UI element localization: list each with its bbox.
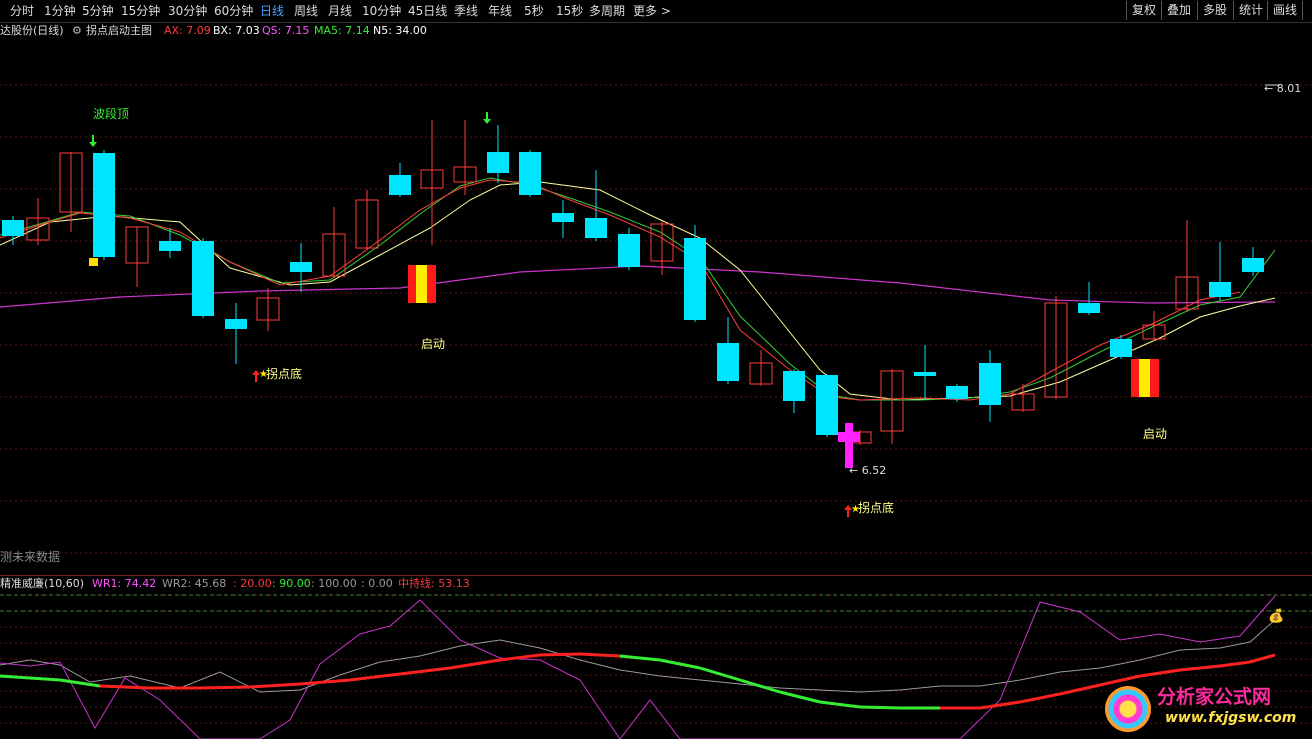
launch-signal-icon (1139, 359, 1150, 397)
candle-down (717, 343, 739, 381)
candle-down (585, 218, 607, 238)
future-data-label: 测未来数据 (0, 550, 61, 564)
watermark-url: www.fxjgsw.com (1165, 710, 1297, 726)
candle-down (2, 220, 24, 236)
ma-green-line (0, 177, 1276, 401)
magenta-bar-marker (845, 423, 853, 468)
sell-arrow-icon (89, 142, 97, 147)
mid-hold-line (199, 685, 251, 690)
mid-hold-line (859, 705, 901, 710)
turn-bottom-label-1: 拐点底 (266, 367, 303, 381)
wr2-line (0, 619, 1276, 693)
candle-down (192, 241, 214, 316)
mid-hold-line (0, 674, 61, 682)
mid-hold-line (699, 666, 741, 682)
launch-signal-icon (416, 265, 427, 303)
wr1-line (0, 595, 1276, 739)
candle-down (1242, 258, 1264, 272)
mid-hold-line (539, 652, 581, 657)
candle-down (1110, 339, 1132, 357)
money-bag-icon: 💰 (1268, 608, 1284, 624)
magenta-bar-marker (838, 432, 860, 442)
candle-down (783, 371, 805, 401)
low-price-value: 6.52 (861, 464, 887, 477)
line90-value: : 90.00 (272, 577, 311, 590)
candle-down (487, 152, 509, 173)
candle-down (225, 319, 247, 329)
candle-down (290, 262, 312, 272)
price-chart[interactable]: ★★ 💰 (0, 0, 1312, 739)
mid-hold-line (399, 666, 451, 676)
ma-red-line (0, 179, 1241, 401)
candle-down (979, 363, 1001, 405)
ma-purple-line (0, 265, 1276, 308)
launch-label-2: 启动 (1143, 427, 1168, 441)
line20-value: : 20.00 (233, 577, 272, 590)
candle-down (946, 386, 968, 399)
candle-down (618, 234, 640, 267)
mid-hold-line (1059, 683, 1101, 696)
indicator2-name[interactable]: 精准威廉(10,60) (0, 576, 84, 592)
candle-down (1209, 282, 1231, 297)
candle-down (552, 213, 574, 222)
flower-logo-icon (1105, 686, 1151, 732)
yellow-marker (89, 258, 98, 266)
turn-bottom-label-2: 拐点底 (858, 501, 895, 515)
watermark-title: 分析家公式网 (1157, 686, 1272, 708)
mid-hold-line (579, 652, 621, 658)
high-price-label: ← 8.01 (1264, 82, 1302, 95)
mid-hold-line (779, 690, 821, 704)
wr2-value: WR2: 45.68 (162, 577, 227, 590)
candle-down (93, 153, 115, 257)
mid-hold-line (1219, 660, 1251, 668)
mid-hold-line (299, 678, 351, 686)
mid-hold-line (1179, 664, 1221, 672)
mid-hold-line (1019, 692, 1061, 704)
mid-hold-line (739, 678, 781, 694)
low-price-label: ← 6.52 (849, 464, 887, 477)
candle-down (519, 152, 541, 195)
ma-yellow-line (0, 181, 1276, 401)
candle-down (1078, 303, 1100, 313)
candle-down (816, 375, 838, 435)
mid-hold-line (449, 658, 501, 670)
line0-value: : 0.00 (361, 577, 393, 590)
launch-label-1: 启动 (421, 337, 446, 351)
sell-arrow-icon (483, 119, 491, 124)
wr1-value: WR1: 74.42 (92, 577, 157, 590)
line100-value: : 100.00 (311, 577, 357, 590)
candle-down (159, 241, 181, 251)
mid-hold-line (659, 658, 701, 670)
mid-hold-line (249, 682, 301, 689)
candle-down (914, 372, 936, 376)
mid-line-value: 中持线: 53.13 (398, 577, 470, 590)
mid-hold-line (99, 684, 151, 690)
high-price-value: 8.01 (1276, 82, 1302, 95)
candle-down (684, 238, 706, 320)
candle-down (389, 175, 411, 195)
mid-hold-line (819, 700, 861, 709)
wave-top-label: 波段顶 (93, 107, 130, 121)
watermark-logo: 分析家公式网 www.fxjgsw.com (1105, 680, 1310, 738)
